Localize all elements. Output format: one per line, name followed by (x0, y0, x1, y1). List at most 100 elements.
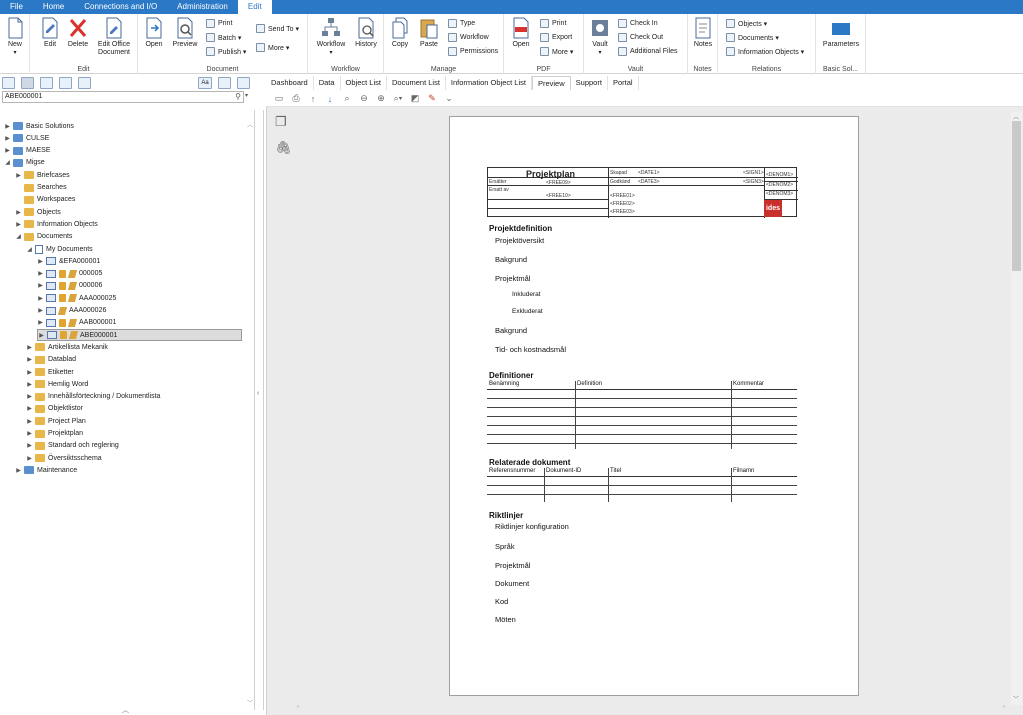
print-button[interactable]: Print (206, 19, 232, 28)
expand-arrow-icon[interactable]: ▶ (37, 258, 44, 265)
menu-home[interactable]: Home (33, 0, 74, 14)
tree-item[interactable]: ▶ Maintenance (15, 464, 77, 476)
expand-arrow-icon[interactable]: ▶ (4, 123, 11, 130)
tree-item[interactable]: ◢ My Documents (26, 243, 93, 255)
tree-item[interactable]: ▶ ABE000001 (37, 329, 242, 342)
documents-relation-button[interactable]: Documents ▾ (726, 33, 779, 42)
panel-splitter[interactable]: ‹ (254, 110, 264, 710)
arrow-up-icon[interactable]: ↑ (308, 94, 318, 104)
tree-item[interactable]: ▶ AAA000026 (37, 305, 106, 317)
fit-page-icon[interactable]: ◩ (410, 93, 420, 104)
tab-data[interactable]: Data (314, 76, 341, 90)
check-in-button[interactable]: Check In (618, 19, 658, 28)
tree-item[interactable]: ▶ 000006 (37, 280, 102, 292)
scroll-thumb[interactable] (1012, 121, 1021, 271)
menu-edit[interactable]: Edit (237, 0, 272, 14)
tree-item[interactable]: ◢ Documents (15, 231, 72, 243)
edit-office-document-button[interactable]: Edit Office Document (94, 17, 134, 57)
viewer-vertical-scrollbar[interactable]: ︿ ﹀ (1011, 112, 1022, 705)
tree-item[interactable]: ▶ Standard och reglering (26, 440, 119, 452)
tab-document-list[interactable]: Document List (387, 76, 446, 90)
tree-item[interactable]: ▶ Översiktsschema (26, 452, 102, 464)
menu-connections-and-i-o[interactable]: Connections and I/O (74, 0, 167, 14)
expand-arrow-icon[interactable]: ▶ (26, 455, 33, 462)
viewer-horizontal-scrollbar[interactable]: ‹ › (275, 704, 1011, 714)
expand-arrow-icon[interactable]: ▶ (15, 221, 22, 228)
open-button[interactable]: Open (142, 17, 166, 49)
scroll-left-icon[interactable]: ‹ (297, 704, 299, 710)
tree-item[interactable]: ▶ Datablad (26, 354, 76, 366)
scroll-down-icon[interactable]: ﹀ (1013, 694, 1019, 703)
batch-button[interactable]: Batch ▾ (206, 33, 241, 42)
expand-arrow-icon[interactable]: ▶ (26, 344, 33, 351)
tree-item[interactable]: ▶ Innehållsförteckning / Dokumentlista (26, 391, 160, 403)
expand-arrow-icon[interactable]: ▶ (26, 418, 33, 425)
arrow-down-icon[interactable]: ↓ (325, 94, 335, 104)
expand-arrow-icon[interactable]: ▶ (15, 467, 22, 474)
tree-item[interactable]: ▶ Projektplan (26, 428, 83, 440)
workflow-small-button[interactable]: Workflow (448, 33, 489, 42)
collapse-arrow-icon[interactable]: ◢ (4, 159, 11, 166)
expand-arrow-icon[interactable]: ▶ (37, 295, 44, 302)
pdf-more-button[interactable]: More ▾ (540, 47, 573, 56)
history-button[interactable]: History (352, 17, 380, 49)
attachment-paperclip-icon[interactable]: 🖇 (275, 140, 292, 156)
tree-item[interactable]: ▶ CULSE (4, 132, 49, 144)
expand-arrow-icon[interactable]: ▶ (26, 381, 33, 388)
binoculars-icon[interactable] (218, 77, 231, 89)
expand-arrow-icon[interactable]: ▶ (37, 307, 44, 314)
binoculars-search-icon[interactable]: ⌕ (342, 93, 352, 104)
scroll-up-icon[interactable]: ︿ (247, 120, 253, 129)
notes-button[interactable]: Notes (691, 17, 715, 49)
menu-file[interactable]: File (0, 0, 33, 14)
tab-preview[interactable]: Preview (531, 76, 571, 90)
collapse-left-icon[interactable]: ‹ (257, 390, 259, 397)
pages-icon[interactable]: ❐ (275, 114, 289, 130)
tree-item[interactable]: ▶ Project Plan (26, 415, 86, 427)
scroll-up-icon[interactable]: ︿ (1013, 112, 1019, 121)
tab-portal[interactable]: Portal (608, 76, 639, 90)
match-case-icon[interactable]: Aa (198, 77, 212, 89)
scroll-right-icon[interactable]: › (1003, 704, 1005, 710)
expand-arrow-icon[interactable]: ▶ (4, 147, 11, 154)
more-button[interactable]: More ▾ (256, 43, 289, 52)
more-chevron-down-icon[interactable]: ⌄ (444, 93, 454, 104)
delete-button[interactable]: Delete (66, 17, 90, 49)
scroll-down-icon[interactable]: ﹀ (247, 698, 253, 707)
pdf-export-button[interactable]: Export (540, 33, 572, 42)
tree-item[interactable]: ▶ Artikellista Mekanik (26, 341, 108, 353)
tree-item[interactable]: ▶ Briefcases (15, 169, 70, 181)
expand-arrow-icon[interactable]: ▶ (37, 270, 44, 277)
workflow-button[interactable]: Workflow ▾ (314, 17, 348, 57)
permissions-button[interactable]: Permissions (448, 47, 498, 56)
information-objects-relation-button[interactable]: Information Objects ▾ (726, 47, 804, 56)
tree-item[interactable]: Searches (15, 182, 67, 194)
expand-arrow-icon[interactable]: ▶ (4, 135, 11, 142)
new-button[interactable]: New ▾ (4, 17, 26, 57)
tree-item[interactable]: ▶ MAESE (4, 145, 51, 157)
filter-icon[interactable] (237, 77, 250, 89)
pdf-print-button[interactable]: Print (540, 19, 566, 28)
folder-icon[interactable] (78, 77, 91, 89)
objects-relation-button[interactable]: Objects ▾ (726, 19, 767, 28)
pdf-open-button[interactable]: Open (508, 17, 534, 49)
tree-item[interactable]: ▶ 000005 (37, 268, 102, 280)
type-button[interactable]: Type (448, 19, 475, 28)
tree-item[interactable]: ▶ Information Objects (15, 218, 98, 230)
tree-item[interactable]: ▶ Hemlig Word (26, 378, 88, 390)
parameters-button[interactable]: Parameters (820, 17, 862, 49)
expand-arrow-icon[interactable]: ▶ (37, 319, 44, 326)
tree-item[interactable]: ▶ Etiketter (26, 366, 74, 378)
tree-item[interactable]: ▶ AAA000025 (37, 292, 116, 304)
tree-item[interactable]: ▶ Basic Solutions (4, 120, 74, 132)
expand-up-icon[interactable]: ︿ (122, 705, 129, 715)
zoom-in-icon[interactable]: ⊕ (376, 93, 386, 104)
tree-item[interactable]: ▶ AAB000001 (37, 317, 116, 329)
tree-item[interactable]: ▶ Objects (15, 206, 61, 218)
tree-item[interactable]: ▶ &EFA000001 (37, 255, 100, 267)
check-out-button[interactable]: Check Out (618, 33, 663, 42)
paste-button[interactable]: Paste (416, 17, 442, 49)
zoom-out-icon[interactable]: ⊖ (359, 93, 369, 104)
tab-dashboard[interactable]: Dashboard (266, 76, 314, 90)
additional-files-button[interactable]: Additional Files (618, 47, 677, 56)
